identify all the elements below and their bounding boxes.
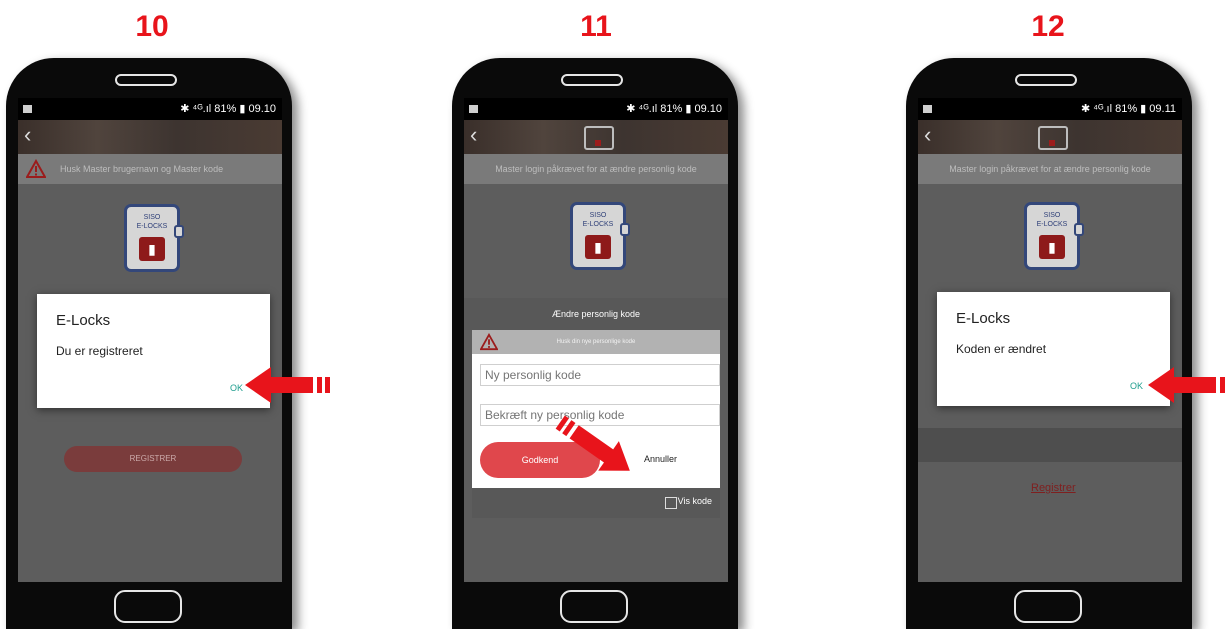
screen: ✱ ⁴ᴳ.ıl 81% ▮ 09.11 ‹ Master login påkræ… (918, 98, 1182, 582)
confirm-code-input[interactable] (480, 404, 720, 426)
lock-icon: ▮ (1039, 235, 1065, 259)
new-code-input[interactable] (480, 364, 720, 386)
status-bar: ✱ ⁴ᴳ.ıl 81% ▮ 09.10 (464, 98, 728, 120)
toolbar: ‹ (464, 120, 728, 154)
status-text: ✱ ⁴ᴳ.ıl 81% ▮ 09.10 (626, 103, 722, 115)
dialog-title: E-Locks (956, 310, 1011, 327)
warning-triangle-icon (480, 333, 498, 351)
earpiece (561, 74, 623, 86)
image-notification-icon (469, 105, 478, 113)
dialog-title: Ændre personlig kode (464, 298, 728, 330)
home-button[interactable] (114, 590, 182, 623)
alert-dialog: E-Locks Koden er ændret OK (937, 292, 1170, 406)
image-notification-icon (23, 105, 32, 113)
info-bar: Husk Master brugernavn og Master kode (18, 154, 282, 184)
ok-button[interactable]: OK (230, 383, 243, 393)
e-locks-logo: SISO E-LOCKS ▮ (1024, 202, 1084, 270)
pointer-arrow (245, 367, 330, 403)
register-button[interactable]: REGISTRER (64, 446, 242, 472)
toolbar-logo (1038, 126, 1068, 150)
info-text: Husk Master brugernavn og Master kode (60, 164, 224, 174)
status-bar: ✱ ⁴ᴳ.ıl 81% ▮ 09.10 (18, 98, 282, 120)
info-bar: Master login påkrævet for at ændre perso… (918, 154, 1182, 184)
status-text: ✱ ⁴ᴳ.ıl 81% ▮ 09.11 (1081, 103, 1176, 115)
e-locks-logo: SISO E-LOCKS ▮ (570, 202, 630, 270)
pointer-arrow (1148, 367, 1225, 403)
back-arrow-icon[interactable]: ‹ (924, 123, 931, 147)
back-arrow-icon[interactable]: ‹ (470, 123, 477, 147)
status-bar: ✱ ⁴ᴳ.ıl 81% ▮ 09.11 (918, 98, 1182, 120)
warning-triangle-icon (26, 159, 46, 178)
lock-icon: ▮ (139, 237, 165, 261)
image-notification-icon (923, 105, 932, 113)
phone-12: ✱ ⁴ᴳ.ıl 81% ▮ 09.11 ‹ Master login påkræ… (906, 58, 1192, 629)
background-row (918, 428, 1182, 462)
show-code-label: Vis kode (677, 496, 712, 506)
toolbar-logo (584, 126, 614, 150)
register-link[interactable]: Registrer (1031, 482, 1076, 494)
toolbar: ‹ (918, 120, 1182, 154)
back-arrow-icon[interactable]: ‹ (24, 123, 31, 147)
phone-11: ✱ ⁴ᴳ.ıl 81% ▮ 09.10 ‹ Master login påkræ… (452, 58, 738, 629)
dialog-message: Du er registreret (56, 344, 143, 358)
dialog-message: Koden er ændret (956, 342, 1047, 356)
lock-icon: ▮ (585, 235, 611, 259)
checkbox-icon[interactable] (665, 497, 677, 509)
earpiece (1015, 74, 1077, 86)
e-locks-logo: SISO E-LOCKS ▮ (124, 204, 184, 272)
alert-dialog: E-Locks Du er registreret OK (37, 294, 270, 408)
dialog-warning: Husk din nye personlige kode (472, 330, 720, 354)
home-button[interactable] (1014, 590, 1082, 623)
screen: ✱ ⁴ᴳ.ıl 81% ▮ 09.10 ‹ Master login påkræ… (464, 98, 728, 582)
dialog-footer: Vis kode (472, 488, 720, 518)
step-number-12: 12 (1031, 10, 1065, 43)
step-number-11: 11 (580, 10, 612, 43)
warning-text: Husk din nye personlige kode (556, 339, 636, 345)
screen: ✱ ⁴ᴳ.ıl 81% ▮ 09.10 ‹ Husk Master bruger… (18, 98, 282, 582)
earpiece (115, 74, 177, 86)
phone-10: ✱ ⁴ᴳ.ıl 81% ▮ 09.10 ‹ Husk Master bruger… (6, 58, 292, 629)
step-number-10: 10 (135, 10, 169, 43)
cancel-button[interactable]: Annuller (644, 454, 677, 464)
status-text: ✱ ⁴ᴳ.ıl 81% ▮ 09.10 (180, 103, 276, 115)
ok-button[interactable]: OK (1130, 381, 1143, 391)
info-bar: Master login påkrævet for at ændre perso… (464, 154, 728, 184)
home-button[interactable] (560, 590, 628, 623)
toolbar: ‹ (18, 120, 282, 154)
dialog-title: E-Locks (56, 312, 111, 329)
